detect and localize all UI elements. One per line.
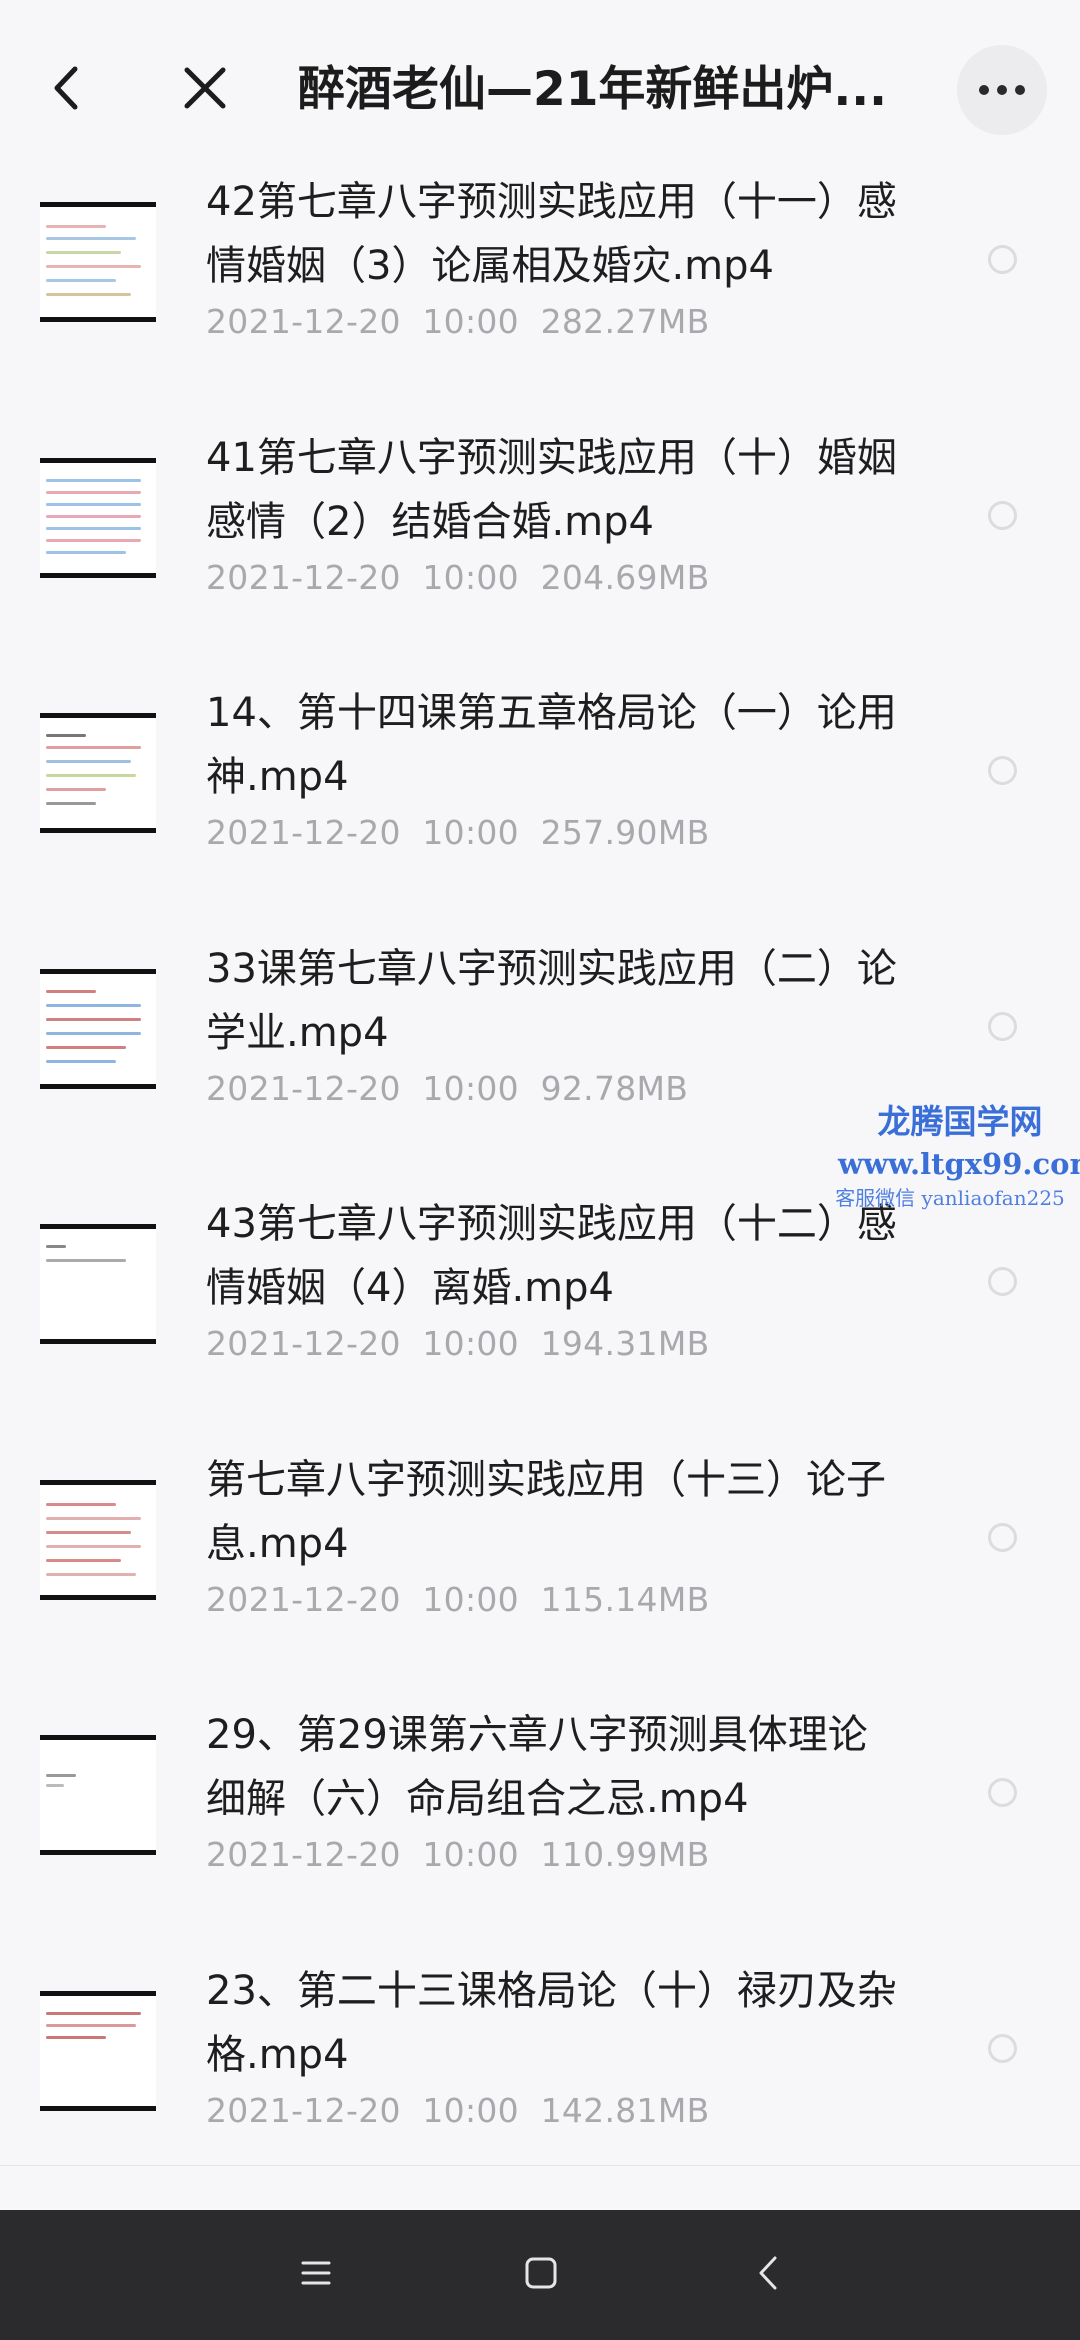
- file-date: 2021-12-20 10:00: [206, 1068, 519, 1108]
- nav-home-button[interactable]: [506, 2240, 576, 2310]
- file-date: 2021-12-20 10:00: [206, 1324, 519, 1363]
- file-meta: 2021-12-20 10:00 257.90MB: [206, 813, 710, 852]
- file-meta: 2021-12-20 10:00 92.78MB: [206, 1069, 688, 1108]
- nav-back-icon: [757, 2255, 779, 2295]
- file-item[interactable]: 23、第二十三课格局论（十）禄刃及杂格.mp4 2021-12-20 10:00…: [0, 1939, 1080, 2195]
- divider: [0, 2165, 1080, 2166]
- file-date: 2021-12-20 10:00: [206, 813, 519, 852]
- file-meta: 2021-12-20 10:00 194.31MB: [206, 1324, 710, 1363]
- file-size: 257.90MB: [540, 813, 710, 852]
- file-date: 2021-12-20 10:00: [206, 1579, 519, 1619]
- file-size: 194.31MB: [540, 1324, 710, 1363]
- file-item[interactable]: 42第七章八字预测实践应用（十一）感情婚姻（3）论属相及婚灾.mp4 2021-…: [0, 150, 1080, 406]
- file-date: 2021-12-20 10:00: [206, 557, 519, 597]
- file-size: 204.69MB: [540, 557, 710, 597]
- nav-menu-button[interactable]: [281, 2240, 351, 2310]
- header-bar: 醉酒老仙—21年新鲜出炉...: [0, 0, 1080, 175]
- file-size: 92.78MB: [540, 1068, 689, 1108]
- file-meta: 2021-12-20 10:00 282.27MB: [206, 302, 710, 341]
- file-name: 41第七章八字预测实践应用（十）婚姻感情（2）结婚合婚.mp4: [206, 434, 897, 545]
- video-thumbnail: [40, 1224, 156, 1344]
- file-name: 23、第二十三课格局论（十）禄刃及杂格.mp4: [206, 1967, 897, 2078]
- file-date: 2021-12-20 10:00: [206, 1835, 519, 1874]
- file-meta: 2021-12-20 10:00 204.69MB: [206, 558, 710, 597]
- select-radio[interactable]: [988, 245, 1017, 274]
- file-item[interactable]: 41第七章八字预测实践应用（十）婚姻感情（2）结婚合婚.mp4 2021-12-…: [0, 406, 1080, 662]
- file-name: 42第七章八字预测实践应用（十一）感情婚姻（3）论属相及婚灾.mp4: [206, 179, 897, 289]
- select-radio[interactable]: [988, 1522, 1017, 1552]
- file-item[interactable]: 14、第十四课第五章格局论（一）论用神.mp4 2021-12-20 10:00…: [0, 661, 1080, 917]
- file-size: 142.81MB: [540, 2090, 710, 2130]
- select-radio[interactable]: [988, 756, 1017, 785]
- close-button[interactable]: [165, 50, 245, 130]
- system-nav-bar: [0, 2210, 1080, 2340]
- home-square-icon: [524, 2256, 558, 2294]
- file-meta: 2021-12-20 10:00 142.81MB: [206, 2091, 710, 2130]
- back-button[interactable]: [30, 50, 100, 130]
- file-name: 第七章八字预测实践应用（十三）论子息.mp4: [206, 1456, 886, 1567]
- file-date: 2021-12-20 10:00: [206, 2090, 519, 2130]
- file-date: 2021-12-20 10:00: [206, 302, 519, 341]
- select-radio[interactable]: [988, 2033, 1017, 2063]
- file-size: 282.27MB: [540, 302, 710, 341]
- file-name: 29、第29课第六章八字预测具体理论细解（六）命局组合之忌.mp4: [206, 1712, 868, 1822]
- video-thumbnail: [40, 1990, 156, 2111]
- file-meta: 2021-12-20 10:00 115.14MB: [206, 1580, 710, 1619]
- file-size: 115.14MB: [540, 1579, 710, 1619]
- select-radio[interactable]: [988, 500, 1017, 530]
- file-list: 42第七章八字预测实践应用（十一）感情婚姻（3）论属相及婚灾.mp4 2021-…: [0, 150, 1080, 2194]
- close-icon: [183, 66, 227, 114]
- file-item[interactable]: 29、第29课第六章八字预测具体理论细解（六）命局组合之忌.mp4 2021-1…: [0, 1683, 1080, 1939]
- file-name: 14、第十四课第五章格局论（一）论用神.mp4: [206, 690, 897, 800]
- file-item[interactable]: 43第七章八字预测实践应用（十二）感情婚姻（4）离婚.mp4 2021-12-2…: [0, 1172, 1080, 1428]
- nav-back-button[interactable]: [733, 2240, 803, 2310]
- select-radio[interactable]: [988, 1267, 1017, 1296]
- video-thumbnail: [40, 1735, 156, 1855]
- more-dots-icon: [978, 81, 1026, 100]
- menu-icon: [301, 2260, 331, 2290]
- video-thumbnail: [40, 202, 156, 322]
- more-options-button[interactable]: [957, 45, 1047, 135]
- file-list-screen: 醉酒老仙—21年新鲜出炉... 42第七章八字预测实践应用（十一）感情婚姻（3）…: [0, 0, 1080, 2340]
- file-item[interactable]: 33课第七章八字预测实践应用（二）论学业.mp4 2021-12-20 10:0…: [0, 917, 1080, 1173]
- file-name: 43第七章八字预测实践应用（十二）感情婚姻（4）离婚.mp4: [206, 1201, 897, 1311]
- video-thumbnail: [40, 457, 156, 578]
- page-title: 醉酒老仙—21年新鲜出炉...: [298, 62, 887, 117]
- back-arrow-icon: [47, 63, 83, 117]
- video-thumbnail: [40, 1479, 156, 1600]
- video-thumbnail: [40, 968, 156, 1089]
- file-item[interactable]: 第七章八字预测实践应用（十三）论子息.mp4 2021-12-20 10:00 …: [0, 1428, 1080, 1684]
- file-meta: 2021-12-20 10:00 110.99MB: [206, 1835, 710, 1874]
- file-name: 33课第七章八字预测实践应用（二）论学业.mp4: [206, 945, 897, 1056]
- video-thumbnail: [40, 713, 156, 833]
- select-radio[interactable]: [988, 1011, 1017, 1041]
- select-radio[interactable]: [988, 1778, 1017, 1807]
- file-size: 110.99MB: [540, 1835, 710, 1874]
